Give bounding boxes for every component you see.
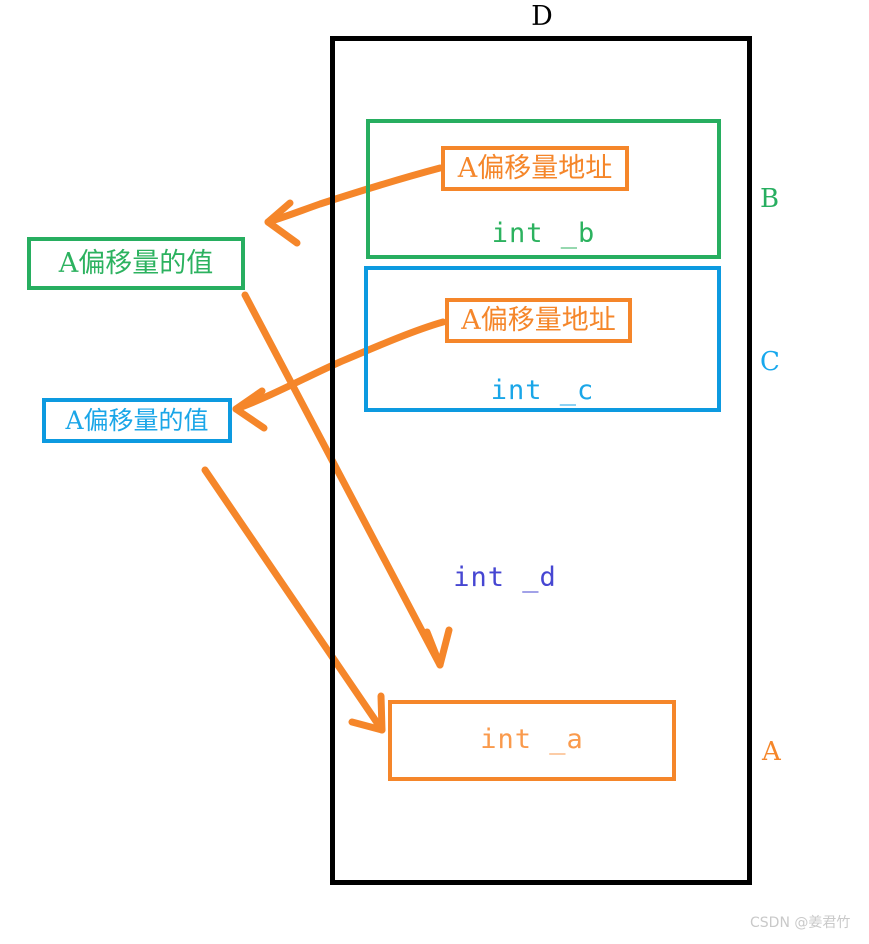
watermark: CSDN @姜君竹 (750, 915, 851, 931)
arrow-c-address-to-left-head (232, 387, 268, 432)
address-box-b: A偏移量地址 (441, 146, 629, 191)
side-label-a: A (762, 737, 781, 767)
side-label-b: B (760, 184, 780, 214)
member-int-c: int _c (490, 375, 595, 406)
value-box-b: A偏移量的值 (27, 237, 245, 290)
member-int-b: int _b (491, 218, 596, 249)
address-box-c: A偏移量地址 (445, 298, 632, 343)
side-label-c: C (760, 347, 780, 377)
arrow-b-address-to-left-head (264, 199, 301, 247)
member-int-d: int _d (453, 562, 557, 593)
value-box-c: A偏移量的值 (42, 398, 232, 443)
page-title-d: D (531, 1, 553, 32)
member-int-a: int _a (480, 724, 584, 755)
